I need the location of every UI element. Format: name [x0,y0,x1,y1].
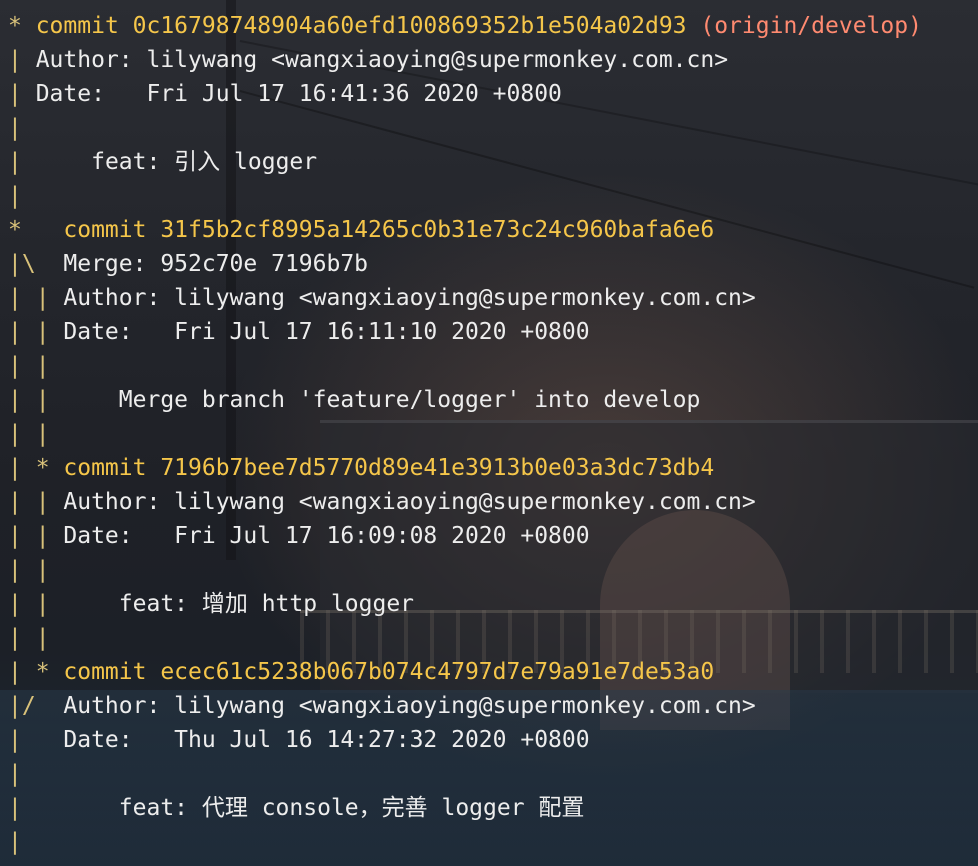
git-log-line: | Date: Fri Jul 17 16:41:36 2020 +0800 [8,77,922,111]
commit-hash: commit ecec61c5238b067b074c4797d7e79a91e… [63,659,715,685]
git-log-commit-line: | * commit 7196b7bee7d5770d89e41e3913b0e… [8,451,922,485]
graph-marker: | [8,795,64,821]
log-text: Author: lilywang <wangxiaoying@supermonk… [63,693,756,719]
graph-marker: * [8,217,64,243]
log-text: Author: lilywang <wangxiaoying@supermonk… [35,47,729,73]
log-text: Author: lilywang <wangxiaoying@supermonk… [63,489,756,515]
git-log-line: | | Date: Fri Jul 17 16:09:08 2020 +0800 [8,519,922,553]
git-log-line: | | Author: lilywang <wangxiaoying@super… [8,485,922,519]
graph-marker: * [8,13,36,39]
git-log-line: | feat: 代理 console，完善 logger 配置 [8,791,922,825]
ref-decoration: (origin/develop) [700,13,922,39]
graph-marker: | | [8,557,64,583]
log-text: Merge: 952c70e 7196b7b [63,251,369,277]
git-log-line: | | [8,417,922,451]
graph-marker: | | [8,319,64,345]
graph-marker: |\ [8,251,64,277]
graph-marker: | | [8,625,64,651]
graph-marker: | | [8,285,64,311]
git-log-output: * commit 0c16798748904a60efd100869352b1e… [8,9,922,859]
git-log-line: | feat: 引入 logger [8,145,922,179]
log-text: Merge branch 'feature/logger' into devel… [63,387,701,413]
log-text: Date: Thu Jul 16 14:27:32 2020 +0800 [63,727,590,753]
git-log-commit-line: * commit 0c16798748904a60efd100869352b1e… [8,9,922,43]
commit-hash: commit 0c16798748904a60efd100869352b1e50… [35,13,701,39]
log-text: Date: Fri Jul 17 16:09:08 2020 +0800 [63,523,590,549]
graph-marker: | * [8,455,64,481]
log-text: Date: Fri Jul 17 16:41:36 2020 +0800 [35,81,562,107]
graph-marker: | [8,761,64,787]
git-log-line: | | [8,553,922,587]
graph-marker: | [8,727,64,753]
graph-marker: | [8,829,64,855]
git-log-line: | Date: Thu Jul 16 14:27:32 2020 +0800 [8,723,922,757]
log-text: feat: 引入 logger [35,149,318,175]
graph-marker: | [8,47,36,73]
graph-marker: | | [8,421,64,447]
graph-marker: | | [8,591,64,617]
graph-marker: |/ [8,693,64,719]
git-log-line: | | [8,349,922,383]
graph-marker: | | [8,489,64,515]
graph-marker: | [8,149,36,175]
git-log-line: | | feat: 增加 http logger [8,587,922,621]
graph-marker: | [8,183,36,209]
log-text: Author: lilywang <wangxiaoying@supermonk… [63,285,756,311]
git-log-line: | | [8,621,922,655]
commit-hash: commit 7196b7bee7d5770d89e41e3913b0e03a3… [63,455,715,481]
git-log-line: | | Merge branch 'feature/logger' into d… [8,383,922,417]
graph-marker: | [8,115,36,141]
git-log-line: | | Date: Fri Jul 17 16:11:10 2020 +0800 [8,315,922,349]
log-text: Date: Fri Jul 17 16:11:10 2020 +0800 [63,319,590,345]
log-text: feat: 代理 console，完善 logger 配置 [63,795,585,821]
git-log-line: | [8,111,922,145]
git-log-line: | | Author: lilywang <wangxiaoying@super… [8,281,922,315]
git-log-line: | [8,179,922,213]
graph-marker: | | [8,353,64,379]
graph-marker: | [8,81,36,107]
git-log-line: |\ Merge: 952c70e 7196b7b [8,247,922,281]
graph-marker: | | [8,523,64,549]
git-log-line: | [8,757,922,791]
git-log-line: | [8,825,922,859]
graph-marker: | | [8,387,64,413]
git-log-commit-line: * commit 31f5b2cf8995a14265c0b31e73c24c9… [8,213,922,247]
git-log-line: | Author: lilywang <wangxiaoying@supermo… [8,43,922,77]
git-log-line: |/ Author: lilywang <wangxiaoying@superm… [8,689,922,723]
graph-marker: | * [8,659,64,685]
commit-hash: commit 31f5b2cf8995a14265c0b31e73c24c960… [63,217,715,243]
git-log-commit-line: | * commit ecec61c5238b067b074c4797d7e79… [8,655,922,689]
log-text: feat: 增加 http logger [63,591,415,617]
